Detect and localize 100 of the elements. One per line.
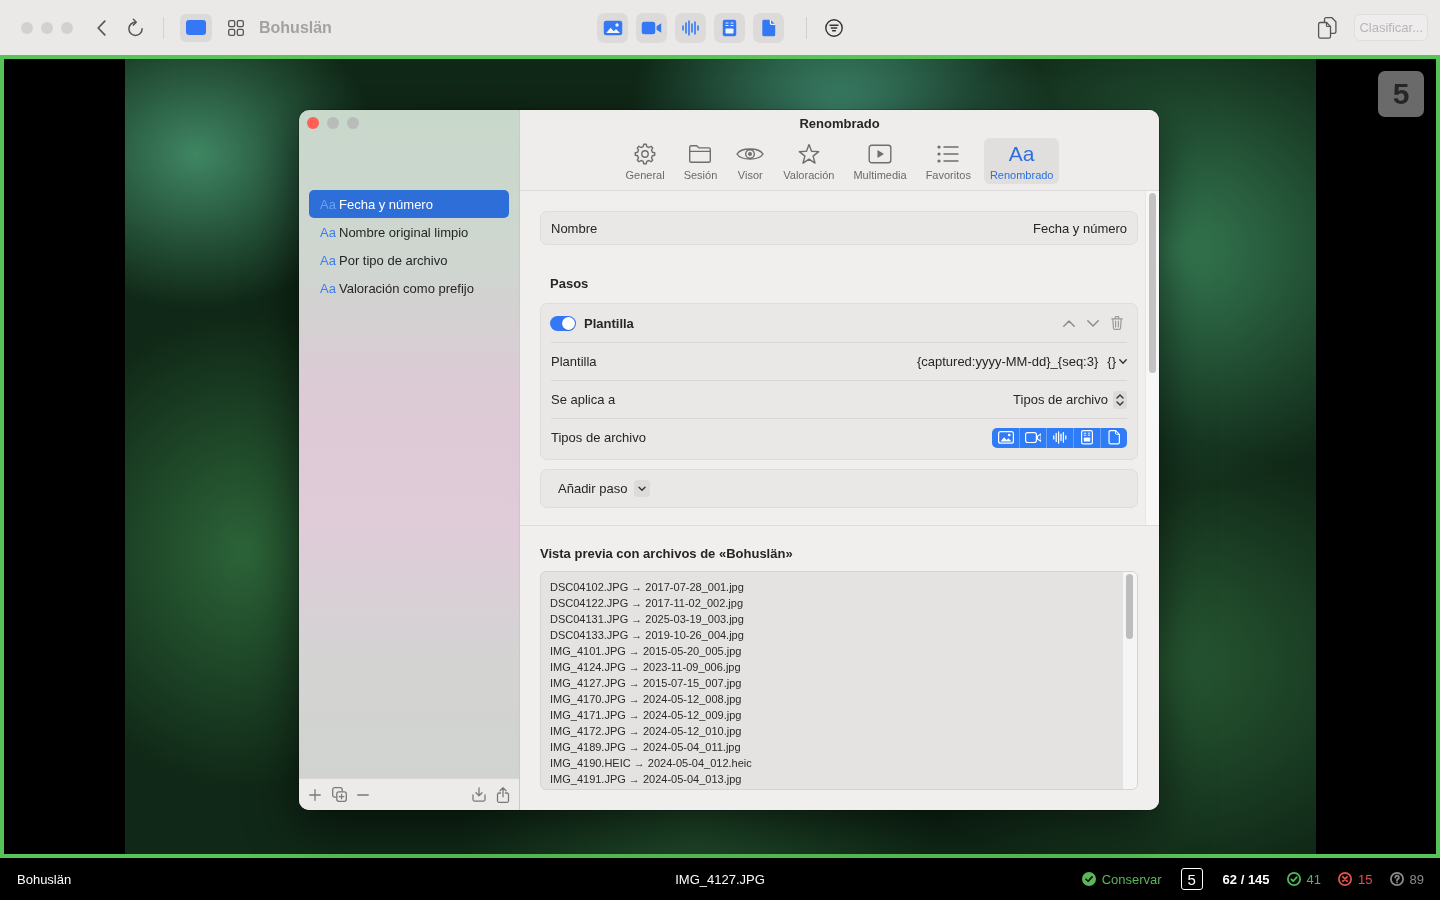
text-style-glyph: Aa xyxy=(319,280,337,296)
file-type-segment[interactable] xyxy=(1046,427,1073,448)
section-heading: Vista previa con archivos de «Bohuslän» xyxy=(540,546,793,562)
file-type-segment[interactable] xyxy=(1073,427,1100,448)
preferences-tab[interactable]: Aa Renombrado xyxy=(983,138,1060,184)
preferences-tab[interactable]: Valoración xyxy=(777,138,841,184)
close-button[interactable] xyxy=(307,117,319,129)
count-label: 89 xyxy=(1409,871,1424,887)
add-step-menu-button[interactable]: Añadir paso xyxy=(558,480,651,497)
sidebar-item[interactable]: Aa Nombre original limpio xyxy=(309,218,509,246)
preferences-tab[interactable]: General xyxy=(619,138,671,184)
preview-line: DSC04133.JPG → 2019-10-26_004.jpg xyxy=(550,628,744,643)
preview-line: IMG_4171.JPG → 2024-05-12_009.jpg xyxy=(550,708,742,723)
rectangle-icon xyxy=(186,20,206,35)
popup-button[interactable]: Tipos de archivo xyxy=(1013,390,1127,409)
document-icon xyxy=(722,18,737,37)
grid-view-button[interactable] xyxy=(228,19,244,36)
sidebar-item[interactable]: Aa Valoración como prefijo xyxy=(309,274,509,302)
toggle-switch[interactable] xyxy=(550,315,576,331)
chevron-left-icon xyxy=(97,19,106,36)
rating-box: 5 xyxy=(1180,868,1203,890)
count-label: 15 xyxy=(1358,871,1373,887)
preferences-tab[interactable]: Sesión xyxy=(677,138,724,184)
folder-icon xyxy=(688,144,713,164)
preview-line: IMG_4191.JPG → 2024-05-04_013.jpg xyxy=(550,772,742,787)
section-heading: Pasos xyxy=(550,276,589,292)
plus-icon xyxy=(309,788,321,801)
file-name: IMG_4127.JPG xyxy=(675,871,765,887)
photo-icon xyxy=(997,431,1014,444)
star-icon xyxy=(797,143,820,165)
preview-line: IMG_4190.HEIC → 2024-05-04_012.heic xyxy=(550,756,752,771)
text-style-glyph: Aa xyxy=(319,196,337,212)
scrollbar[interactable] xyxy=(1145,191,1159,525)
field-label: Plantilla xyxy=(551,354,597,369)
preview-line: IMG_4127.JPG → 2015-07-15_007.jpg xyxy=(550,676,742,691)
folder-name: Bohuslän xyxy=(16,871,72,887)
name-field[interactable]: Fecha y número xyxy=(1033,220,1127,236)
sidebar-item[interactable]: Aa Fecha y número xyxy=(309,190,509,218)
preferences-tab[interactable]: Multimedia xyxy=(847,138,913,184)
field-label: Tipos de archivo xyxy=(551,430,646,445)
position-counter: 62 / 145 xyxy=(1222,871,1270,887)
field-label: Nombre xyxy=(551,220,598,236)
scrollbar-thumb[interactable] xyxy=(1149,193,1156,373)
file-icon xyxy=(1108,430,1120,445)
minus-icon xyxy=(357,793,369,796)
trash-icon xyxy=(1111,316,1123,330)
documents-icon xyxy=(1317,16,1338,39)
copy-button[interactable] xyxy=(1317,16,1338,39)
waveform-icon xyxy=(682,19,699,36)
scrollbar[interactable] xyxy=(1123,572,1137,789)
chevron-up-icon xyxy=(1063,319,1075,327)
file-type-segment[interactable] xyxy=(1019,427,1046,448)
rating-badge: 5 xyxy=(1378,71,1424,117)
chevron-down-icon xyxy=(634,480,651,497)
sidebar-item[interactable]: Aa Por tipo de archivo xyxy=(309,246,509,274)
checkmark-circle-icon xyxy=(1081,872,1096,886)
tray-arrow-down-icon xyxy=(472,787,486,802)
window-title: Bohuslän xyxy=(259,18,332,37)
media-filter-button[interactable] xyxy=(597,12,628,43)
text-style-glyph: Aa xyxy=(1008,142,1035,166)
list-icon xyxy=(937,145,960,163)
token-menu-button[interactable]: {} xyxy=(1107,354,1127,369)
dialog-title: Renombrado xyxy=(799,116,880,132)
preview-line: IMG_4124.JPG → 2023-11-09_006.jpg xyxy=(550,660,741,675)
text-style-glyph: Aa xyxy=(319,224,337,240)
preview-line: IMG_4189.JPG → 2024-05-04_011.jpg xyxy=(550,740,741,755)
gear-icon xyxy=(634,143,657,165)
document-icon xyxy=(1081,430,1093,445)
count-label: 41 xyxy=(1306,871,1322,887)
play-icon xyxy=(868,144,893,164)
chevron-down-icon xyxy=(1087,319,1099,327)
file-type-segment[interactable] xyxy=(992,427,1019,448)
sidebar-toggle-button[interactable] xyxy=(180,13,212,42)
file-type-segment[interactable] xyxy=(1100,427,1127,448)
template-field[interactable]: {captured:yyyy-MM-dd}_{seq:3} xyxy=(916,354,1099,369)
photo-icon xyxy=(602,19,623,36)
verdict-label[interactable]: Conservar xyxy=(1101,871,1162,887)
media-filter-button[interactable] xyxy=(675,12,706,43)
up-down-chevron-icon xyxy=(1113,390,1127,409)
file-icon xyxy=(761,18,776,37)
video-camera-icon xyxy=(641,20,662,35)
media-filter-button[interactable] xyxy=(753,12,784,43)
field-label: Se aplica a xyxy=(551,392,616,407)
waveform-icon xyxy=(1053,431,1067,444)
preview-line: DSC04102.JPG → 2017-07-28_001.jpg xyxy=(550,580,744,595)
media-filter-button[interactable] xyxy=(636,12,667,43)
preview-line: IMG_4172.JPG → 2024-05-12_010.jpg xyxy=(550,724,742,739)
grid-icon xyxy=(228,19,244,36)
preview-line: DSC04122.JPG → 2017-11-02_002.jpg xyxy=(550,596,744,611)
scrollbar-thumb[interactable] xyxy=(1126,574,1133,639)
media-filter-button[interactable] xyxy=(714,12,745,43)
preview-line: IMG_4101.JPG → 2015-05-20_005.jpg xyxy=(550,644,742,659)
preferences-tab[interactable]: Visor xyxy=(730,138,771,184)
filter-button[interactable] xyxy=(825,18,843,37)
reload-button[interactable] xyxy=(127,18,144,37)
preferences-tab[interactable]: Favoritos xyxy=(919,138,977,184)
text-style-glyph: Aa xyxy=(319,252,337,268)
preview-line: DSC04131.JPG → 2025-03-19_003.jpg xyxy=(550,612,744,627)
video-camera-icon xyxy=(1024,431,1042,444)
preview-line: IMG_4170.JPG → 2024-05-12_008.jpg xyxy=(550,692,742,707)
